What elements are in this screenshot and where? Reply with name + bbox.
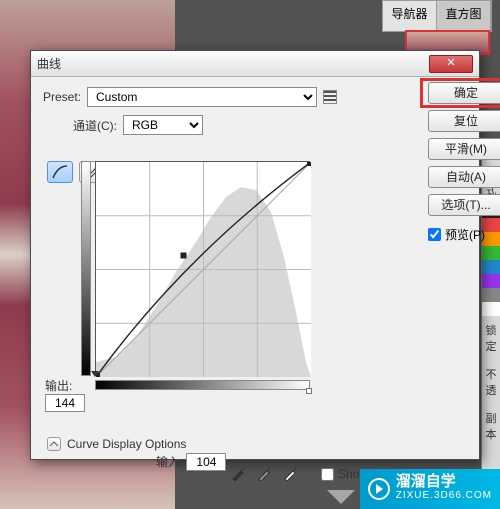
input-slider-white[interactable] xyxy=(306,388,312,394)
preset-label: Preset: xyxy=(43,90,81,104)
tab-navigator[interactable]: 导航器 xyxy=(383,1,437,31)
curves-graph-area xyxy=(95,161,310,376)
preset-menu-icon[interactable] xyxy=(323,90,337,104)
preset-select[interactable]: Custom xyxy=(87,87,317,107)
eyedropper-row xyxy=(231,465,299,481)
input-gradient-bar xyxy=(95,380,310,390)
curves-dialog: 曲线 ✕ Preset: Custom 通道(C): RGB xyxy=(30,50,480,460)
curve-display-options[interactable]: Curve Display Options xyxy=(47,437,186,451)
swatch[interactable] xyxy=(482,274,500,288)
label-lock: 锁定 xyxy=(482,316,500,360)
ok-button[interactable]: 确定 xyxy=(428,82,500,104)
curve-tool-button[interactable] xyxy=(47,161,73,183)
output-label: 输出: xyxy=(45,377,85,394)
gray-point-eyedropper-icon[interactable] xyxy=(257,465,273,481)
black-point-eyedropper-icon[interactable] xyxy=(231,465,247,481)
output-input[interactable] xyxy=(45,394,85,412)
reset-button[interactable]: 复位 xyxy=(428,110,500,132)
preview-checkbox[interactable]: 预览(P) xyxy=(428,226,500,243)
preview-input[interactable] xyxy=(428,228,441,241)
output-gradient-bar xyxy=(81,161,91,376)
smooth-button[interactable]: 平滑(M) xyxy=(428,138,500,160)
input-input[interactable] xyxy=(186,453,226,471)
channel-select[interactable]: RGB xyxy=(123,115,203,135)
auto-button[interactable]: 自动(A) xyxy=(428,166,500,188)
options-button[interactable]: 选项(T)... xyxy=(428,194,500,216)
output-box: 输出: xyxy=(45,377,85,412)
curve-grid[interactable] xyxy=(95,161,310,376)
curve-svg[interactable] xyxy=(96,162,311,377)
dialog-title: 曲线 xyxy=(37,55,429,72)
panel-tabs: 导航器 直方图 xyxy=(382,0,492,32)
chevron-down-icon[interactable] xyxy=(47,437,61,451)
close-button[interactable]: ✕ xyxy=(429,55,473,73)
footer-chevron-icon xyxy=(327,490,355,504)
play-icon xyxy=(368,478,390,500)
show-clipping-input[interactable] xyxy=(321,468,334,481)
watermark: 溜溜自学 ZIXUE.3D66.COM xyxy=(360,469,500,509)
white-point-eyedropper-icon[interactable] xyxy=(283,465,299,481)
input-label: 输入: xyxy=(156,455,183,469)
input-box: 输入: xyxy=(156,453,226,471)
dialog-titlebar[interactable]: 曲线 ✕ xyxy=(31,51,479,77)
dialog-button-column: 确定 复位 平滑(M) 自动(A) 选项(T)... 预览(P) xyxy=(428,82,500,243)
label-copy: 副本 xyxy=(482,404,500,448)
input-slider-black[interactable] xyxy=(91,371,99,377)
channel-label: 通道(C): xyxy=(73,117,117,134)
swatch[interactable] xyxy=(482,260,500,274)
swatch[interactable] xyxy=(482,288,500,302)
watermark-url: ZIXUE.3D66.COM xyxy=(396,489,492,503)
watermark-name: 溜溜自学 xyxy=(396,475,492,489)
tab-histogram[interactable]: 直方图 xyxy=(437,1,491,31)
swatch[interactable] xyxy=(482,246,500,260)
curve-box[interactable] xyxy=(95,161,310,376)
label-opaque: 不透 xyxy=(482,360,500,404)
swatch[interactable] xyxy=(482,302,500,316)
